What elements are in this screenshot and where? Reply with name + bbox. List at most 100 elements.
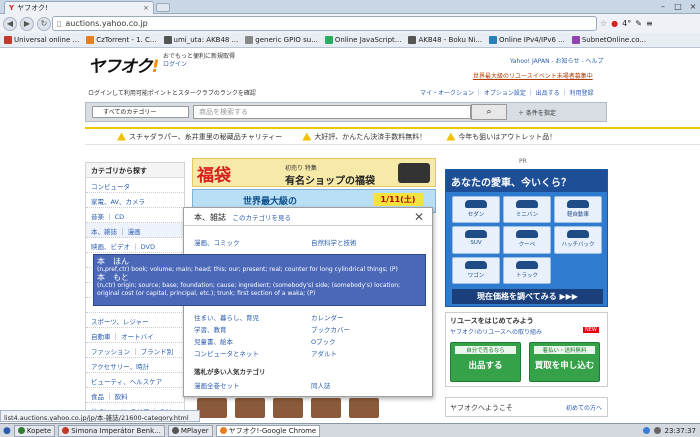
popular-link[interactable]: 同人誌 <box>311 380 331 390</box>
promo-link[interactable]: 世界最大級のリユースイベント未場者募集中 <box>473 71 593 80</box>
camera-image <box>398 163 430 183</box>
product-thumbnails[interactable] <box>192 398 436 418</box>
popup-subcategory-link[interactable]: ブックカバー <box>311 324 350 334</box>
product-thumbnail[interactable] <box>273 398 303 418</box>
beginner-link[interactable]: 初めての方へ <box>566 403 602 412</box>
check-price-button[interactable]: 現在価格を調べてみる ▶▶▶ <box>452 289 603 304</box>
app-icon <box>219 427 227 434</box>
system-tray: 23:37:37 <box>642 427 700 435</box>
view-category-link[interactable]: このカテゴリを見る <box>233 214 292 222</box>
reload-icon[interactable]: ↻ <box>37 16 51 31</box>
reuse-link[interactable]: ヤフオク!のリユースへの取り組み <box>450 327 542 336</box>
category-select[interactable]: すべてのカテゴリー <box>92 106 189 118</box>
sidebar-category-item[interactable]: 食品 ｜ 飲料 <box>86 388 184 403</box>
car-value-ad[interactable]: あなたの愛車、今いくら？ セダン ミニバン 軽自動車 SUV クーペ ハッチバック ワゴント… <box>445 169 608 307</box>
popup-subcategory-link[interactable]: 学習、教育 <box>194 324 227 334</box>
popup-subcategory-link[interactable]: 住まい、暮らし、育児 <box>194 312 259 322</box>
product-thumbnail[interactable] <box>197 398 227 418</box>
bookmark-item[interactable]: umi_uta: AKB48 ... <box>163 36 238 44</box>
volume-icon[interactable] <box>653 427 661 434</box>
sidebar-category-item[interactable]: 音楽 ｜ CD <box>86 208 184 223</box>
address-bar[interactable]: ▯ auctions.yahoo.co.jp <box>52 16 597 31</box>
extension-badge[interactable]: 4° <box>622 19 631 28</box>
forward-icon[interactable]: ▶ <box>20 16 34 31</box>
bookmarks-bar: Universal online ... CzTorrent - 1. C... u… <box>0 33 700 48</box>
yahoo-auction-logo[interactable]: ヤフオク! <box>88 52 159 77</box>
close-popup-icon[interactable]: ✕ <box>414 210 424 224</box>
add-condition-link[interactable]: ＋ 条件を指定 <box>518 108 556 117</box>
product-thumbnail[interactable] <box>311 398 341 418</box>
popup-subcategory-link[interactable]: Oブック <box>311 336 336 346</box>
search-button[interactable]: ⌕ <box>471 104 507 120</box>
sidebar-category-item[interactable]: 映画、ビデオ ｜ DVD <box>86 238 184 253</box>
taskbar-item[interactable]: ヤフオク!-Google Chrome <box>215 424 321 437</box>
bookmark-item[interactable]: Online IPv4/IPv6 ... <box>488 36 565 44</box>
maximize-icon[interactable]: □ <box>671 1 685 12</box>
top-links[interactable]: Yahoo! JAPAN - お知らせ - ヘルプ <box>510 56 603 65</box>
account-links[interactable]: マイ・オークション ｜ オプション設定 ｜ 出品する ｜ 利用登録 <box>420 88 593 97</box>
buyback-button[interactable]: 着払い・送料無料 買取を申し込む <box>529 342 600 382</box>
fukubukuro-banner[interactable]: 福袋 初売り 特集 有名ショップの福袋 <box>192 158 436 187</box>
sidebar-category-item[interactable]: 家電、AV、カメラ <box>86 193 184 208</box>
bookmark-item[interactable]: AKB48 - Boku Ni... <box>408 36 482 44</box>
close-tab-icon[interactable]: × <box>143 4 149 12</box>
close-window-icon[interactable]: × <box>686 1 700 12</box>
sidebar-category-item[interactable]: スポーツ、レジャー <box>86 313 184 328</box>
menu-icon[interactable]: ≡ <box>646 19 653 28</box>
minimize-icon[interactable]: – <box>656 1 670 12</box>
popup-subcategory-link[interactable]: コンピュータとネット <box>194 348 259 358</box>
sidebar-category-item[interactable]: ファッション ｜ ブランド別 <box>86 343 184 358</box>
page-icon: ▯ <box>57 19 62 28</box>
network-icon[interactable] <box>642 427 650 434</box>
car-type-button[interactable]: ワゴン <box>452 256 500 284</box>
bookmark-item[interactable]: CzTorrent - 1. C... <box>86 36 157 44</box>
star-icon[interactable]: ☆ <box>600 19 607 28</box>
sell-button[interactable]: 自分で売るなら 出品する <box>450 342 521 382</box>
popup-subcategory-link[interactable]: カレンダー <box>311 312 344 322</box>
car-type-button[interactable]: クーペ <box>503 226 551 254</box>
car-type-button[interactable]: 軽自動車 <box>554 196 602 224</box>
kde-menu-icon[interactable]: ● <box>3 426 11 436</box>
popup-subcategory-link[interactable]: 自然科学と技術 <box>311 237 357 247</box>
extension-icon[interactable]: ● <box>611 19 618 28</box>
sidebar-category-item[interactable]: コンピュータ <box>86 178 184 193</box>
taskbar-item[interactable]: Simona Imperátor Benk... <box>58 424 165 437</box>
notice-item[interactable]: 今年も狙いはアウトレット品！ <box>446 132 556 142</box>
sidebar-category-item[interactable]: 自動車 ｜ オートバイ <box>86 328 184 343</box>
car-type-button <box>554 257 602 284</box>
product-thumbnail[interactable] <box>349 398 379 418</box>
wrench-icon[interactable]: ✎ <box>635 19 642 28</box>
product-thumbnail[interactable] <box>235 398 265 418</box>
car-type-button[interactable]: ミニバン <box>503 196 551 224</box>
notice-item[interactable]: 大好評、かんたん決済手数料無料！ <box>302 132 426 142</box>
popup-subcategory-link[interactable]: 児童書、絵本 <box>194 336 233 346</box>
sidebar-category-item[interactable]: アクセサリー、時計 <box>86 358 184 373</box>
back-icon[interactable]: ◀ <box>3 16 17 31</box>
bookmark-item[interactable]: Online JavaScript... <box>324 36 401 44</box>
login-link[interactable]: ログイン <box>163 61 187 68</box>
browser-tab[interactable]: Y ヤフオク! × <box>4 1 154 14</box>
popular-link[interactable]: 漫画全巻セット <box>194 380 240 390</box>
dict-def: (n,pref,ctr) book; volume; main; head; t… <box>97 266 398 273</box>
car-type-button[interactable]: ハッチバック <box>554 226 602 254</box>
car-type-button[interactable]: SUV <box>452 226 500 254</box>
sidebar-category-item[interactable]: 本、雑誌 ｜ 漫画 <box>86 223 184 238</box>
taskbar-item[interactable]: Kopete <box>13 424 56 437</box>
bookmark-item[interactable]: Universal online ... <box>4 36 79 44</box>
bookmark-item[interactable]: SubnetOnline.co... <box>571 36 646 44</box>
bookmark-icon <box>4 36 12 44</box>
notice-item[interactable]: スチャダラパー、糸井重里の秘蔵品チャリティー <box>117 132 282 142</box>
popup-subcategory-link[interactable]: アダルト <box>311 348 337 358</box>
sidebar-category-item[interactable]: ビューティ、ヘルスケア <box>86 373 184 388</box>
car-type-button[interactable]: セダン <box>452 196 500 224</box>
clock[interactable]: 23:37:37 <box>665 427 696 435</box>
reuse-title: リユースをはじめてみよう <box>450 317 534 325</box>
car-type-button[interactable]: トラック <box>503 256 551 284</box>
taskbar-item[interactable]: MPlayer <box>167 424 213 437</box>
new-tab-button[interactable] <box>156 3 170 12</box>
bookmark-item[interactable]: generic GPIO su... <box>245 36 318 44</box>
url-text: auctions.yahoo.co.jp <box>65 19 148 28</box>
popup-subcategory-link[interactable]: 漫画、コミック <box>194 237 240 247</box>
search-input[interactable]: 商品を検索する <box>193 105 471 119</box>
app-icon <box>62 427 70 434</box>
